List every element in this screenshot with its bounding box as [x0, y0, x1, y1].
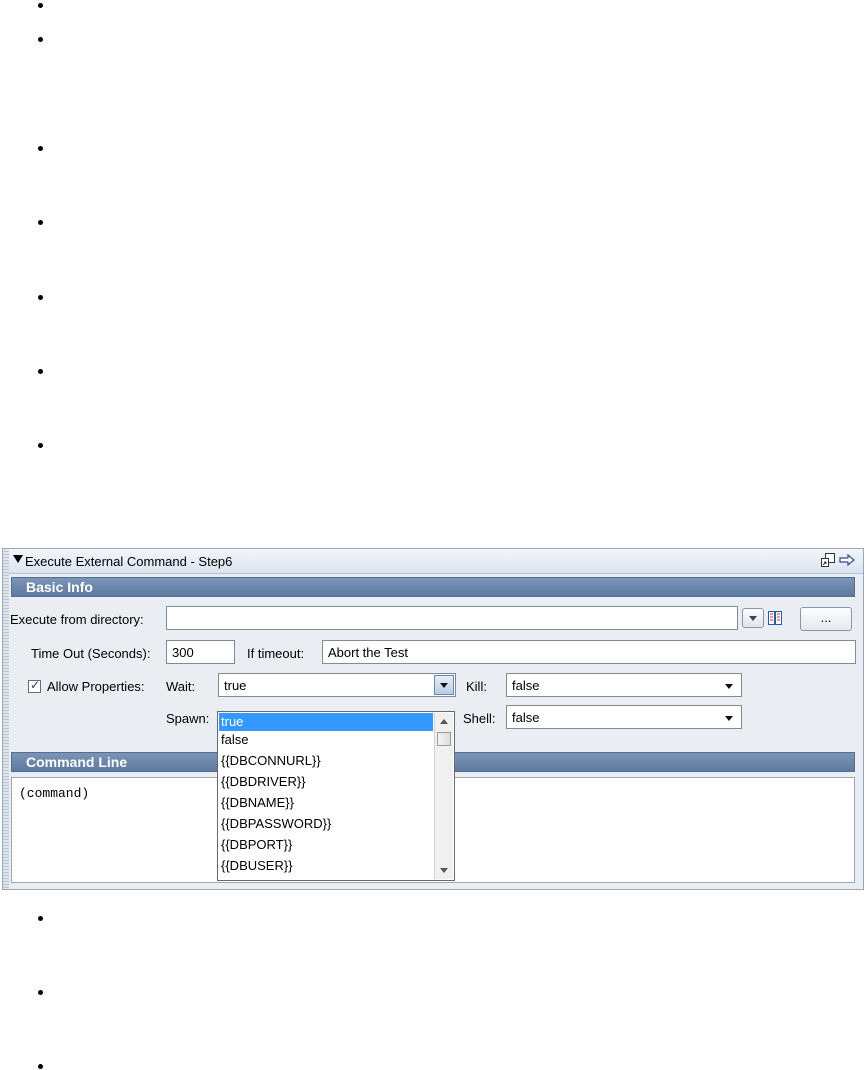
basic-info-header-label: Basic Info — [26, 579, 93, 595]
panel-title-bar[interactable]: Execute External Command - Step6 — [9, 549, 863, 574]
panel-grip[interactable] — [3, 549, 9, 889]
dropdown-option[interactable]: {{DBDRIVER}} — [219, 773, 433, 791]
timeout-value: 300 — [172, 645, 194, 660]
bullet — [38, 369, 43, 374]
wait-dropdown-button[interactable] — [434, 675, 454, 695]
dropdown-option-label: {{DBCONNURL}} — [221, 753, 321, 768]
forward-arrow-icon[interactable] — [839, 553, 855, 567]
collapse-arrow-icon[interactable] — [13, 555, 23, 563]
scrollbar-thumb[interactable] — [437, 732, 451, 746]
properties-icon[interactable] — [767, 610, 783, 626]
dropdown-option[interactable]: {{DBPASSWORD}} — [219, 815, 433, 833]
bullet — [38, 916, 43, 921]
allow-properties-checkbox[interactable] — [28, 678, 41, 693]
execute-dir-field[interactable] — [166, 606, 738, 630]
shell-label: Shell: — [463, 711, 496, 726]
dropdown-option[interactable]: false — [219, 731, 433, 749]
bullet — [38, 220, 43, 225]
execute-dir-label: Execute from directory: — [10, 612, 144, 627]
bullet — [38, 990, 43, 995]
scroll-up-icon[interactable] — [440, 719, 448, 724]
timeout-field[interactable]: 300 — [166, 640, 235, 664]
basic-info-header[interactable]: Basic Info — [11, 577, 855, 597]
panel-title: Execute External Command - Step6 — [25, 554, 233, 569]
if-timeout-field[interactable]: Abort the Test — [322, 640, 856, 664]
dropdown-option-label: true — [221, 714, 244, 729]
restore-icon[interactable] — [821, 553, 835, 567]
bullet — [38, 37, 43, 42]
shell-combo[interactable]: false — [506, 705, 742, 729]
spawn-label: Spawn: — [166, 711, 210, 726]
command-line-header-label: Command Line — [26, 754, 128, 770]
dropdown-option[interactable]: {{DBPORT}} — [219, 836, 433, 854]
scroll-down-icon[interactable] — [440, 868, 448, 873]
bullet — [38, 146, 43, 151]
kill-value: false — [512, 678, 540, 693]
dropdown-option-label: false — [221, 732, 249, 747]
if-timeout-value: Abort the Test — [328, 645, 408, 660]
kill-combo[interactable]: false — [506, 673, 742, 697]
kill-label: Kill: — [466, 679, 487, 694]
dropdown-option-label: {{DBPORT}} — [221, 837, 293, 852]
bullet — [38, 295, 43, 300]
variable-dropdown-button[interactable] — [742, 608, 764, 628]
wait-combo[interactable]: true — [218, 673, 456, 697]
allow-properties-label: Allow Properties: — [47, 679, 145, 694]
dropdown-option-label: {{DBDRIVER}} — [221, 774, 306, 789]
timeout-label: Time Out (Seconds): — [31, 646, 151, 661]
dropdown-option-label: {{DBNAME}} — [221, 795, 294, 810]
shell-value: false — [512, 710, 540, 725]
wait-value: true — [224, 678, 247, 693]
dropdown-scrollbar[interactable] — [434, 713, 453, 879]
browse-button[interactable]: ... — [800, 607, 852, 631]
dropdown-option-label: {{DBUSER}} — [221, 858, 293, 873]
chevron-down-icon[interactable] — [725, 684, 733, 689]
wait-dropdown-list: true false {{DBCONNURL}} {{DBDRIVER}} {{… — [217, 711, 455, 881]
dropdown-option[interactable]: {{DBCONNURL}} — [219, 752, 433, 770]
dropdown-option[interactable]: true — [219, 713, 433, 731]
bullet — [38, 1064, 43, 1069]
wait-label: Wait: — [166, 679, 196, 694]
dropdown-option[interactable]: {{DBUSER}} — [219, 857, 433, 875]
dropdown-option-label: {{DBPASSWORD}} — [221, 816, 332, 831]
command-line-text: (command) — [19, 786, 90, 801]
chevron-down-icon[interactable] — [725, 716, 733, 721]
dropdown-option[interactable]: {{DBNAME}} — [219, 794, 433, 812]
bullet — [38, 3, 43, 8]
bullet — [38, 443, 43, 448]
if-timeout-label: If timeout: — [247, 646, 305, 661]
